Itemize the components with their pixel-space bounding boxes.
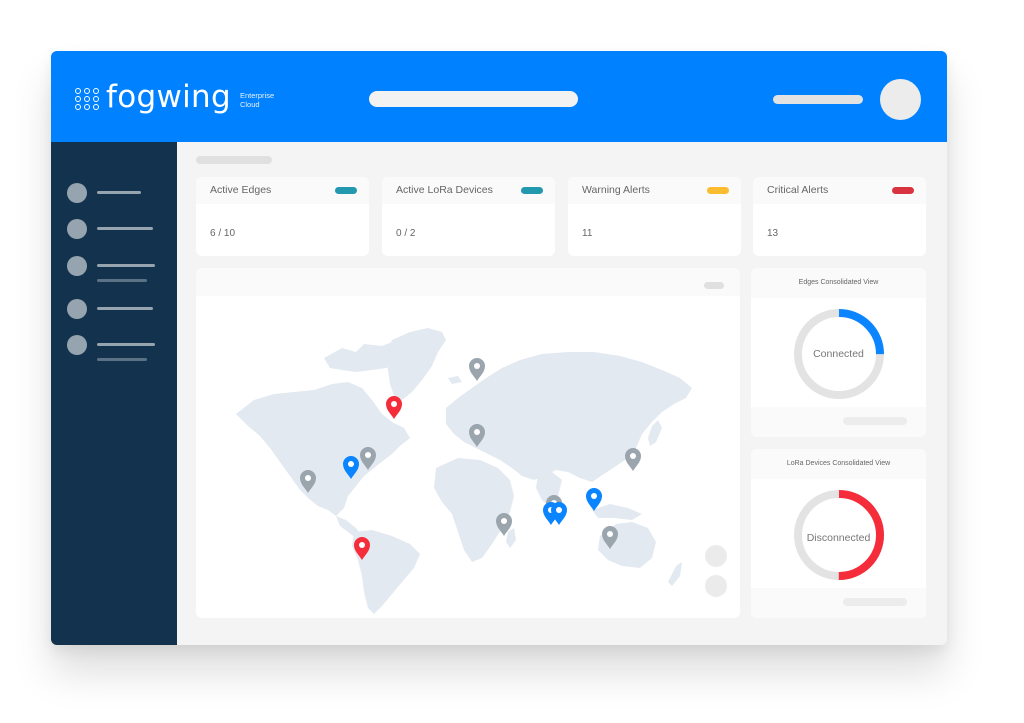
brand-tagline: Enterprise Cloud [240,91,274,109]
land-greenland [386,328,446,400]
status-badge [707,187,729,194]
status-badge [892,187,914,194]
logo[interactable]: fogwing Enterprise Cloud [75,78,274,116]
nav-icon [67,219,87,239]
land-north-america [236,382,410,516]
panel-title: LoRa Devices Consolidated View [786,460,891,467]
donut-center-label: Disconnected [806,532,871,544]
zoom-out-button[interactable] [705,575,727,597]
nav-icon [67,299,87,319]
nav-sublabel [97,279,147,282]
nav-label [97,343,155,346]
nav-sublabel [97,358,147,361]
nav-label [97,227,153,230]
sidebar-item-4[interactable] [67,299,153,319]
status-badge [521,187,543,194]
map-pin-icon[interactable]: Arctic [469,358,485,381]
map-pin-icon[interactable]: India East [551,502,567,525]
app-window: fogwing Enterprise Cloud Active Edges 6 … [51,51,947,645]
avatar[interactable] [880,79,921,120]
nav-label [97,307,153,310]
stat-title: Active Edges [210,184,272,196]
world-map[interactable]: Western USACentral USAEastern CanadaGree… [196,296,740,618]
land-indonesia [592,504,642,520]
map-options-toggle[interactable] [704,282,724,289]
stat-title: Warning Alerts [582,184,650,196]
brand-name: fogwing [106,78,231,115]
stat-value: 13 [767,228,779,239]
nav-label [97,264,155,267]
nav-icon [67,183,87,203]
tagline-line-1: Enterprise [239,91,275,100]
land-africa [434,458,514,562]
sidebar-item-2[interactable] [67,219,153,239]
zoom-in-button[interactable] [705,545,727,567]
map-pin-icon[interactable]: Greenland [386,396,402,419]
stat-value: 0 / 2 [396,228,416,239]
sidebar-item-5[interactable] [67,335,155,361]
stat-card-critical-alerts[interactable]: Critical Alerts 13 [753,177,926,256]
edges-consolidated-panel: Edges Consolidated View Connected [751,268,926,437]
land-new-zealand [668,562,682,586]
nav-label [97,191,141,194]
stat-title: Active LoRa Devices [396,184,493,196]
stat-card-active-edges[interactable]: Active Edges 6 / 10 [196,177,369,256]
status-badge [335,187,357,194]
top-header: fogwing Enterprise Cloud [51,51,947,142]
sidebar [51,142,177,645]
logo-dots-icon [75,88,100,110]
panel-footer-link[interactable] [843,598,907,606]
map-pin-icon[interactable]: Northeast China [625,448,641,471]
nav-icon [67,335,87,355]
sidebar-item-3[interactable] [67,256,155,282]
stat-card-warning-alerts[interactable]: Warning Alerts 11 [568,177,741,256]
panel-footer-link[interactable] [843,417,907,425]
lora-consolidated-panel: LoRa Devices Consolidated View Disconnec… [751,449,926,618]
breadcrumb [196,156,272,164]
search-bar[interactable] [369,91,578,107]
donut-center-label: Connected [813,348,864,360]
land-iceland [448,376,462,384]
tagline-line-2: Cloud [239,100,260,109]
world-map-panel: Western USACentral USAEastern CanadaGree… [196,268,740,618]
sidebar-item-1[interactable] [67,183,141,203]
nav-icon [67,256,87,276]
user-name-placeholder[interactable] [773,95,863,104]
stat-title: Critical Alerts [767,184,829,196]
stat-value: 6 / 10 [210,228,236,239]
panel-title: Edges Consolidated View [798,279,879,286]
map-header [196,268,740,296]
stat-card-active-lora-devices[interactable]: Active LoRa Devices 0 / 2 [382,177,555,256]
stat-value: 11 [582,228,593,239]
